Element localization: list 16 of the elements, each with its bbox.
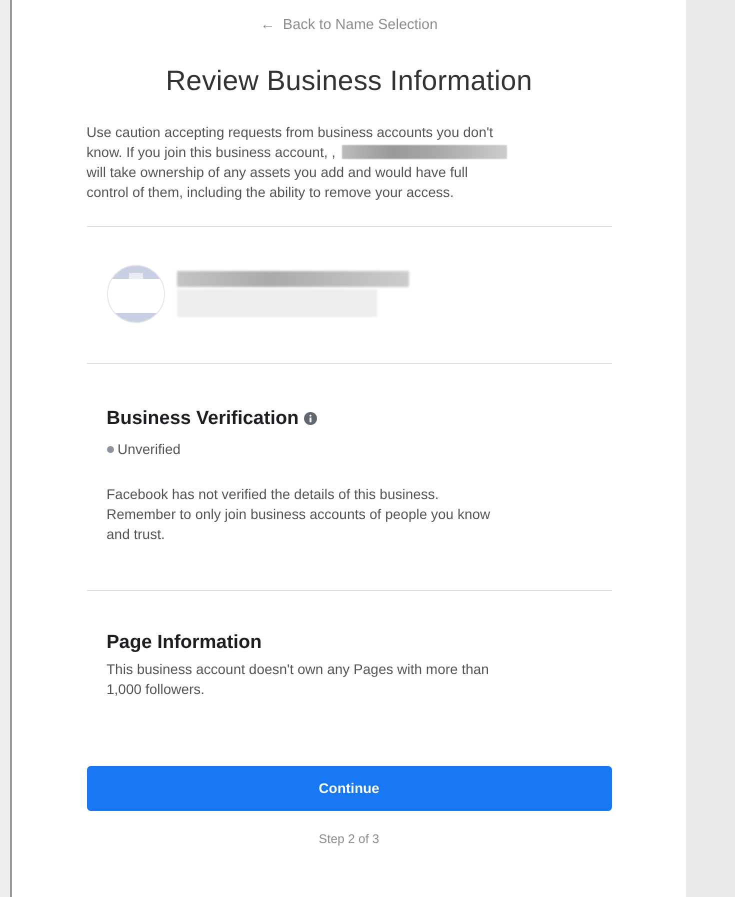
info-icon[interactable] [304, 412, 317, 426]
status-text: Unverified [118, 441, 181, 458]
business-avatar-icon [106, 265, 164, 324]
continue-button[interactable]: Continue [86, 766, 612, 811]
page-title: Review Business Information [164, 64, 534, 98]
step-indicator: Step 2 of 3 [318, 830, 380, 848]
status-dot [106, 446, 114, 454]
section-heading: Page Information [106, 632, 263, 655]
description-text: This business account doesn't own any Pages with more than 1,000 followers. [106, 660, 490, 699]
description-text: Facebook has not verified the details of this business. Remember to only join business accounts of people you know and trust. [106, 485, 492, 544]
warning-text: know. If you join this business account, , [86, 143, 336, 162]
warning-text: control of them, including the ability to remove your access. [86, 183, 455, 202]
warning-text: Use caution accepting requests from business accounts you don't [86, 123, 494, 142]
section-heading: Business Verification [106, 408, 299, 430]
back-link[interactable]: ← Back to Name Selection [260, 15, 438, 37]
warning-text: will take ownership of any assets you add and would have full [86, 163, 469, 182]
